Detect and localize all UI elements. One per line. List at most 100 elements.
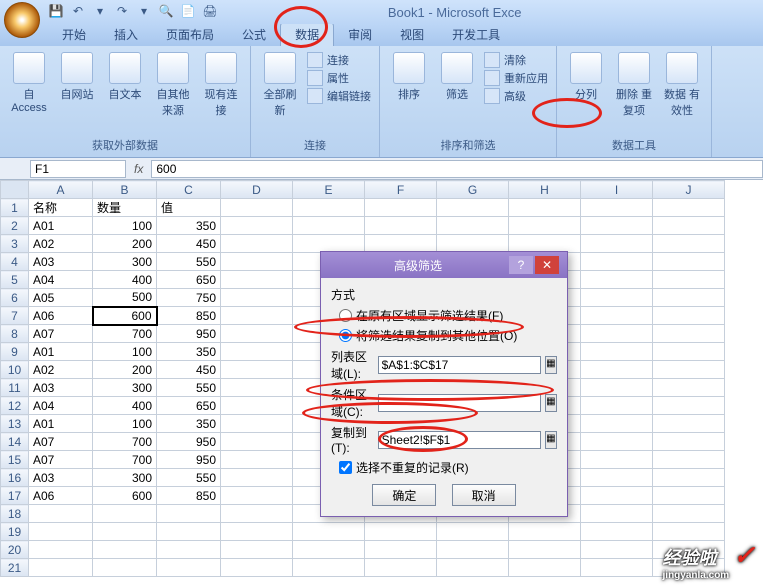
cell[interactable]: 700: [93, 433, 157, 451]
cell[interactable]: [437, 199, 509, 217]
cell[interactable]: [221, 505, 293, 523]
cell[interactable]: [221, 415, 293, 433]
cell[interactable]: 550: [157, 253, 221, 271]
row-header[interactable]: 13: [1, 415, 29, 433]
cell[interactable]: [293, 523, 365, 541]
row-header[interactable]: 9: [1, 343, 29, 361]
cell[interactable]: 850: [157, 307, 221, 325]
cell[interactable]: [581, 379, 653, 397]
cell[interactable]: [221, 379, 293, 397]
cell[interactable]: [221, 217, 293, 235]
cell[interactable]: [653, 397, 725, 415]
btn-from-other[interactable]: 自其他来源: [152, 52, 194, 118]
dialog-titlebar[interactable]: 高级筛选 ? ✕: [321, 252, 567, 278]
cell[interactable]: [221, 541, 293, 559]
row-header[interactable]: 4: [1, 253, 29, 271]
cell[interactable]: A05: [29, 289, 93, 307]
cell[interactable]: 100: [93, 217, 157, 235]
cell[interactable]: [293, 217, 365, 235]
cell[interactable]: [221, 523, 293, 541]
cell[interactable]: [93, 523, 157, 541]
cell[interactable]: [509, 541, 581, 559]
cell[interactable]: A07: [29, 325, 93, 343]
help-button[interactable]: ?: [509, 256, 533, 274]
fx-icon[interactable]: fx: [126, 162, 151, 176]
cell[interactable]: 400: [93, 397, 157, 415]
cell[interactable]: [221, 361, 293, 379]
radio-input[interactable]: [339, 309, 352, 322]
cell[interactable]: [93, 505, 157, 523]
cell[interactable]: [509, 523, 581, 541]
cell[interactable]: [509, 217, 581, 235]
cell[interactable]: 650: [157, 397, 221, 415]
tab-review[interactable]: 审阅: [334, 23, 386, 46]
radio-filter-in-place[interactable]: 在原有区域显示筛选结果(F): [339, 307, 557, 324]
cell[interactable]: [653, 433, 725, 451]
tool-icon[interactable]: 🔍: [158, 4, 174, 20]
ref-picker-icon[interactable]: ▦: [545, 431, 557, 449]
cell[interactable]: [221, 559, 293, 577]
cell[interactable]: 450: [157, 235, 221, 253]
unique-checkbox[interactable]: [339, 461, 352, 474]
row-header[interactable]: 21: [1, 559, 29, 577]
cell[interactable]: A03: [29, 253, 93, 271]
cell[interactable]: A01: [29, 343, 93, 361]
cell[interactable]: [437, 559, 509, 577]
cell[interactable]: 550: [157, 469, 221, 487]
cell[interactable]: [653, 523, 725, 541]
cell[interactable]: 750: [157, 289, 221, 307]
col-header[interactable]: I: [581, 181, 653, 199]
cell[interactable]: A07: [29, 451, 93, 469]
cell[interactable]: 300: [93, 253, 157, 271]
cell[interactable]: [653, 289, 725, 307]
btn-text-to-columns[interactable]: 分列: [565, 52, 607, 102]
cell[interactable]: A02: [29, 361, 93, 379]
btn-clear[interactable]: 清除: [484, 52, 548, 68]
cell[interactable]: [653, 217, 725, 235]
tab-home[interactable]: 开始: [48, 23, 100, 46]
cell[interactable]: [365, 523, 437, 541]
cell[interactable]: A04: [29, 397, 93, 415]
cell[interactable]: [221, 325, 293, 343]
btn-from-web[interactable]: 自网站: [56, 52, 98, 102]
cell[interactable]: [221, 289, 293, 307]
cell[interactable]: A04: [29, 271, 93, 289]
cell[interactable]: [581, 289, 653, 307]
btn-connections[interactable]: 连接: [307, 52, 371, 68]
btn-from-access[interactable]: 自 Access: [8, 52, 50, 114]
cell[interactable]: [157, 541, 221, 559]
col-header[interactable]: G: [437, 181, 509, 199]
select-all-corner[interactable]: [1, 181, 29, 199]
cell[interactable]: [653, 253, 725, 271]
cell[interactable]: 700: [93, 451, 157, 469]
cell[interactable]: [365, 559, 437, 577]
radio-copy-to[interactable]: 将筛选结果复制到其他位置(O): [339, 327, 557, 344]
cell[interactable]: [581, 343, 653, 361]
cell[interactable]: [581, 253, 653, 271]
tab-view[interactable]: 视图: [386, 23, 438, 46]
unique-records-row[interactable]: 选择不重复的记录(R): [339, 459, 557, 476]
cell[interactable]: 名称: [29, 199, 93, 217]
ref-picker-icon[interactable]: ▦: [545, 394, 557, 412]
col-header[interactable]: H: [509, 181, 581, 199]
close-button[interactable]: ✕: [535, 256, 559, 274]
row-header[interactable]: 7: [1, 307, 29, 325]
cell[interactable]: A03: [29, 469, 93, 487]
cell[interactable]: [157, 505, 221, 523]
cell[interactable]: 650: [157, 271, 221, 289]
cell[interactable]: 350: [157, 415, 221, 433]
cell[interactable]: [293, 541, 365, 559]
tool2-icon[interactable]: 📄: [180, 4, 196, 20]
cell[interactable]: A01: [29, 217, 93, 235]
cell[interactable]: [653, 235, 725, 253]
cell[interactable]: [221, 433, 293, 451]
cell[interactable]: [581, 541, 653, 559]
cell[interactable]: 850: [157, 487, 221, 505]
cell[interactable]: [581, 199, 653, 217]
col-header[interactable]: A: [29, 181, 93, 199]
cell[interactable]: 700: [93, 325, 157, 343]
cell[interactable]: [157, 559, 221, 577]
row-header[interactable]: 16: [1, 469, 29, 487]
cell[interactable]: [221, 307, 293, 325]
btn-edit-links[interactable]: 编辑链接: [307, 88, 371, 104]
